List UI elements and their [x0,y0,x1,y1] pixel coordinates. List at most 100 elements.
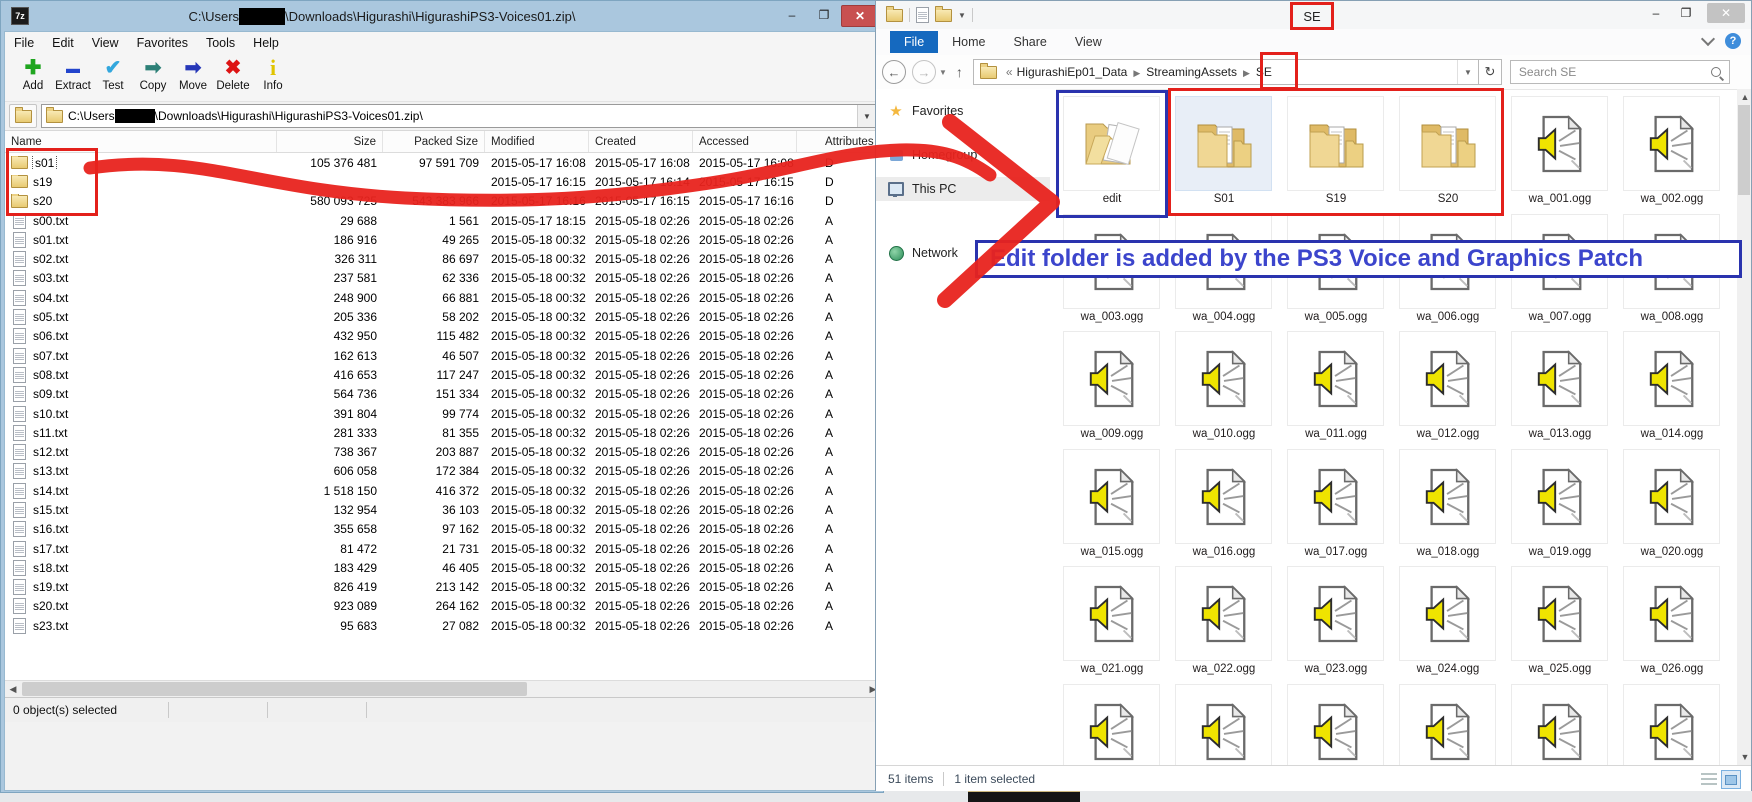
scrollbar-thumb[interactable] [1738,105,1750,195]
column-header-packed-size[interactable]: Packed Size [383,131,485,152]
file-tile-partial[interactable] [1511,684,1608,765]
table-row[interactable]: s04.txt248 90066 8812015-05-18 00:322015… [5,288,881,307]
table-row[interactable]: s12.txt738 367203 8872015-05-18 00:32201… [5,442,881,461]
table-row[interactable]: s02.txt326 31186 6972015-05-18 00:322015… [5,249,881,268]
file-tile-wa_016.ogg[interactable]: wa_016.ogg [1175,449,1272,558]
table-row[interactable]: s15.txt132 95436 1032015-05-18 00:322015… [5,500,881,519]
table-row[interactable]: s01.txt186 91649 2652015-05-18 00:322015… [5,230,881,249]
toolbar-button-info[interactable]: iInfo [253,56,293,93]
table-header[interactable]: NameSizePacked SizeModifiedCreatedAccess… [5,131,881,153]
file-tile-wa_025.ogg[interactable]: wa_025.ogg [1511,566,1608,675]
file-tile-partial[interactable] [1399,684,1496,765]
scrollbar-thumb[interactable] [22,682,527,696]
address-combobox[interactable]: C:\Users\Downloads\Higurashi\HigurashiPS… [41,104,877,128]
file-name: s04.txt [33,291,68,305]
file-tile-wa_009.ogg[interactable]: wa_009.ogg [1063,331,1160,440]
file-tile-wa_001.ogg[interactable]: wa_001.ogg [1511,96,1608,205]
table-row[interactable]: s192015-05-17 16:152015-05-17 16:142015-… [5,172,881,191]
minimize-button[interactable]: – [777,5,807,25]
menu-item-edit[interactable]: Edit [43,36,83,50]
table-row[interactable]: s20.txt923 089264 1622015-05-18 00:32201… [5,597,881,616]
file-tile-wa_008.ogg[interactable]: wa_008.ogg [1623,214,1720,323]
file-tile-wa_005.ogg[interactable]: wa_005.ogg [1287,214,1384,323]
file-tile-partial[interactable] [1623,684,1720,765]
table-row[interactable]: s16.txt355 65897 1622015-05-18 00:322015… [5,520,881,539]
table-row[interactable]: s00.txt29 6881 5612015-05-17 18:152015-0… [5,211,881,230]
table-row[interactable]: s07.txt162 61346 5072015-05-18 00:322015… [5,346,881,365]
table-row[interactable]: s20580 093 725543 383 9662015-05-17 16:1… [5,192,881,211]
menu-item-file[interactable]: File [5,36,43,50]
toolbar-button-test[interactable]: ✔Test [93,56,133,93]
file-tile-wa_006.ogg[interactable]: wa_006.ogg [1399,214,1496,323]
file-tile-partial[interactable] [1175,684,1272,765]
scroll-down-icon[interactable]: ▼ [1737,749,1752,765]
file-tile-partial[interactable] [1287,684,1384,765]
table-row[interactable]: s19.txt826 419213 1422015-05-18 00:32201… [5,578,881,597]
table-row[interactable]: s10.txt391 80499 7742015-05-18 00:322015… [5,404,881,423]
column-header-created[interactable]: Created [589,131,693,152]
table-row[interactable]: s05.txt205 33658 2022015-05-18 00:322015… [5,307,881,326]
table-row[interactable]: s18.txt183 42946 4052015-05-18 00:322015… [5,558,881,577]
scroll-up-icon[interactable]: ▲ [1737,89,1752,105]
table-row[interactable]: s01105 376 48197 591 7092015-05-17 16:08… [5,153,881,172]
file-tile-wa_010.ogg[interactable]: wa_010.ogg [1175,331,1272,440]
table-row[interactable]: s23.txt95 68327 0822015-05-18 00:322015-… [5,616,881,635]
table-row[interactable]: s03.txt237 58162 3362015-05-18 00:322015… [5,269,881,288]
menu-item-favorites[interactable]: Favorites [128,36,197,50]
file-tile-wa_015.ogg[interactable]: wa_015.ogg [1063,449,1160,558]
folder-tile-s01[interactable]: S01 [1175,96,1272,205]
parent-folder-button[interactable] [9,104,37,128]
column-header-modified[interactable]: Modified [485,131,589,152]
chevron-down-icon[interactable]: ▼ [857,105,876,127]
size-cell: 826 419 [277,580,383,594]
toolbar-button-delete[interactable]: ✖Delete [213,56,253,93]
file-tile-wa_022.ogg[interactable]: wa_022.ogg [1175,566,1272,675]
file-tile-wa_013.ogg[interactable]: wa_013.ogg [1511,331,1608,440]
maximize-button[interactable]: ❐ [809,5,839,25]
file-tile-wa_011.ogg[interactable]: wa_011.ogg [1287,331,1384,440]
table-row[interactable]: s17.txt81 47221 7312015-05-18 00:322015-… [5,539,881,558]
file-tile-wa_007.ogg[interactable]: wa_007.ogg [1511,214,1608,323]
scroll-left-icon[interactable]: ◀ [5,681,21,697]
file-tile-wa_014.ogg[interactable]: wa_014.ogg [1623,331,1720,440]
toolbar-button-extract[interactable]: ▬Extract [53,56,93,93]
size-cell: 355 658 [277,522,383,536]
toolbar-button-add[interactable]: ✚Add [13,56,53,93]
file-tile-wa_003.ogg[interactable]: wa_003.ogg [1063,214,1160,323]
menu-item-view[interactable]: View [83,36,128,50]
folder-tile-edit[interactable]: edit [1063,96,1160,205]
details-view-icon[interactable] [1701,770,1717,786]
column-header-attributes[interactable]: Attributes [797,131,881,152]
close-button[interactable]: ✕ [841,5,879,27]
file-tile-wa_018.ogg[interactable]: wa_018.ogg [1399,449,1496,558]
menu-item-help[interactable]: Help [244,36,288,50]
table-row[interactable]: s13.txt606 058172 3842015-05-18 00:32201… [5,462,881,481]
toolbar-button-move[interactable]: ➡Move [173,56,213,93]
table-row[interactable]: s09.txt564 736151 3342015-05-18 00:32201… [5,385,881,404]
file-tile-wa_012.ogg[interactable]: wa_012.ogg [1399,331,1496,440]
file-tile-wa_017.ogg[interactable]: wa_017.ogg [1287,449,1384,558]
folder-tile-s19[interactable]: S19 [1287,96,1384,205]
table-row[interactable]: s08.txt416 653117 2472015-05-18 00:32201… [5,365,881,384]
file-tile-wa_023.ogg[interactable]: wa_023.ogg [1287,566,1384,675]
file-tile-wa_024.ogg[interactable]: wa_024.ogg [1399,566,1496,675]
file-tile-wa_004.ogg[interactable]: wa_004.ogg [1175,214,1272,323]
file-tile-wa_026.ogg[interactable]: wa_026.ogg [1623,566,1720,675]
table-row[interactable]: s14.txt1 518 150416 3722015-05-18 00:322… [5,481,881,500]
table-row[interactable]: s06.txt432 950115 4822015-05-18 00:32201… [5,327,881,346]
column-header-name[interactable]: Name [5,131,277,152]
table-row[interactable]: s11.txt281 33381 3552015-05-18 00:322015… [5,423,881,442]
column-header-size[interactable]: Size [277,131,383,152]
horizontal-scrollbar[interactable]: ◀ ▶ [5,680,881,698]
file-tile-wa_002.ogg[interactable]: wa_002.ogg [1623,96,1720,205]
vertical-scrollbar[interactable]: ▲ ▼ [1737,89,1751,765]
file-tile-wa_020.ogg[interactable]: wa_020.ogg [1623,449,1720,558]
menu-item-tools[interactable]: Tools [197,36,244,50]
thumbnail-view-icon[interactable] [1721,770,1741,789]
file-tile-wa_021.ogg[interactable]: wa_021.ogg [1063,566,1160,675]
file-tile-partial[interactable] [1063,684,1160,765]
column-header-accessed[interactable]: Accessed [693,131,797,152]
file-tile-wa_019.ogg[interactable]: wa_019.ogg [1511,449,1608,558]
folder-tile-s20[interactable]: S20 [1399,96,1496,205]
toolbar-button-copy[interactable]: ➡Copy [133,56,173,93]
